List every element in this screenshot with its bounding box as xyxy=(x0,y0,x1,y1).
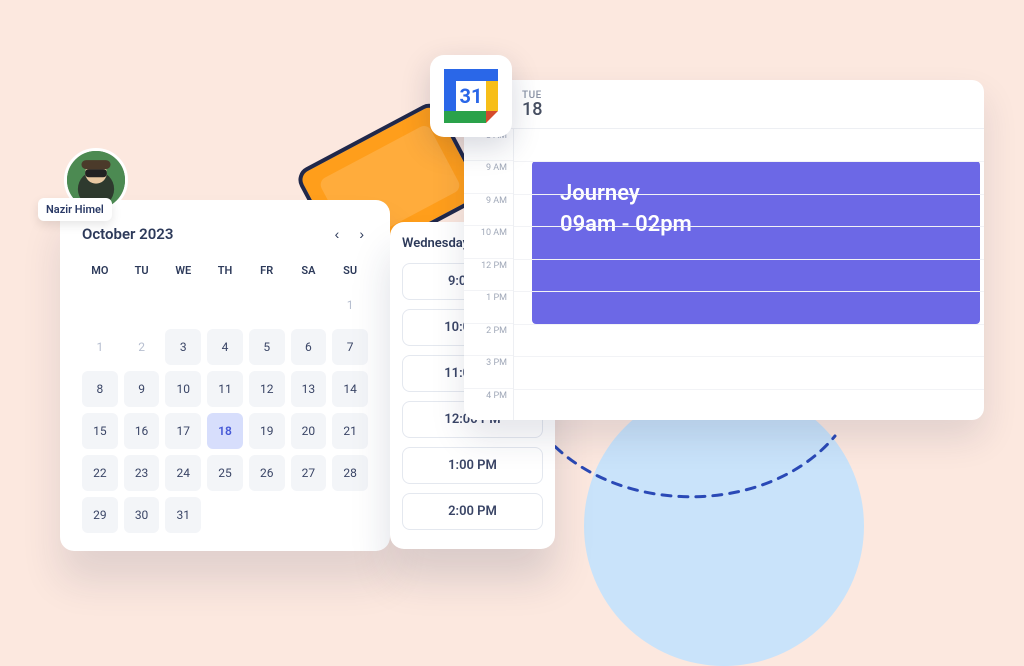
day-view-header: TUE 18 xyxy=(464,80,984,129)
calendar-day-cell[interactable]: 3 xyxy=(165,329,201,365)
hour-label: 9 AM xyxy=(464,194,513,226)
calendar-day-cell[interactable]: 24 xyxy=(165,455,201,491)
calendar-day-cell[interactable]: 31 xyxy=(165,497,201,533)
hour-label: 4 PM xyxy=(464,389,513,421)
calendar-day-cell xyxy=(249,287,285,323)
weekday-label: TU xyxy=(124,264,160,277)
calendar-day-cell[interactable]: 22 xyxy=(82,455,118,491)
user-name-chip: Nazir Himel xyxy=(38,198,112,221)
calendar-day-cell xyxy=(291,287,327,323)
calendar-day-cell xyxy=(291,497,327,533)
calendar-weekday-row: MO TU WE TH FR SA SU xyxy=(82,264,368,277)
day-view-card: TUE 18 8 AM9 AM9 AM10 AM12 PM1 PM2 PM3 P… xyxy=(464,80,984,420)
hours-column: 8 AM9 AM9 AM10 AM12 PM1 PM2 PM3 PM4 PM xyxy=(464,129,514,420)
calendar-day-cell[interactable]: 26 xyxy=(249,455,285,491)
calendar-day-cell xyxy=(249,497,285,533)
calendar-day-cell[interactable]: 4 xyxy=(207,329,243,365)
day-view-daynum: 18 xyxy=(522,99,542,120)
hour-label: 2 PM xyxy=(464,324,513,356)
weekday-label: MO xyxy=(82,264,118,277)
calendar-day-cell xyxy=(124,287,160,323)
month-calendar-card: October 2023 ‹ › MOTUWETHFRSASU 11234567… xyxy=(60,200,390,551)
calendar-day-cell xyxy=(332,497,368,533)
calendar-day-cell xyxy=(207,287,243,323)
calendar-day-cell[interactable]: 25 xyxy=(207,455,243,491)
prev-month-button[interactable]: ‹ xyxy=(331,222,344,246)
calendar-day-cell[interactable]: 7 xyxy=(332,329,368,365)
calendar-day-cell: 2 xyxy=(124,329,160,365)
calendar-title: October 2023 xyxy=(82,225,173,243)
day-view-body: 8 AM9 AM9 AM10 AM12 PM1 PM2 PM3 PM4 PM J… xyxy=(464,129,984,420)
events-column: Journey 09am - 02pm xyxy=(514,129,984,420)
calendar-day-cell[interactable]: 30 xyxy=(124,497,160,533)
google-calendar-icon: 31 xyxy=(430,55,512,137)
calendar-day-cell[interactable]: 20 xyxy=(291,413,327,449)
weekday-label: SU xyxy=(332,264,368,277)
calendar-day-cell[interactable]: 28 xyxy=(332,455,368,491)
calendar-day-cell[interactable]: 29 xyxy=(82,497,118,533)
calendar-day-cell[interactable]: 21 xyxy=(332,413,368,449)
calendar-day-cell[interactable]: 12 xyxy=(249,371,285,407)
hour-label: 10 AM xyxy=(464,226,513,258)
weekday-label: SA xyxy=(291,264,327,277)
calendar-day-cell[interactable]: 27 xyxy=(291,455,327,491)
calendar-day-cell[interactable]: 11 xyxy=(207,371,243,407)
decorative-circle xyxy=(584,386,864,666)
calendar-day-cell xyxy=(165,287,201,323)
calendar-day-cell[interactable]: 9 xyxy=(124,371,160,407)
user-avatar-chip: Nazir Himel xyxy=(64,148,128,212)
next-month-button[interactable]: › xyxy=(355,222,368,246)
gcal-date-number: 31 xyxy=(444,69,498,123)
calendar-day-cell xyxy=(207,497,243,533)
calendar-day-cell[interactable]: 13 xyxy=(291,371,327,407)
calendar-day-cell[interactable]: 19 xyxy=(249,413,285,449)
calendar-day-cell: 1 xyxy=(332,287,368,323)
timeslot-option[interactable]: 1:00 PM xyxy=(402,447,543,484)
calendar-day-cell[interactable]: 6 xyxy=(291,329,327,365)
calendar-day-cell[interactable]: 5 xyxy=(249,329,285,365)
event-time: 09am - 02pm xyxy=(560,212,952,237)
calendar-day-cell[interactable]: 18 xyxy=(207,413,243,449)
calendar-grid: 1123456789101112131415161718192021222324… xyxy=(82,287,368,533)
calendar-day-cell[interactable]: 8 xyxy=(82,371,118,407)
calendar-header: October 2023 ‹ › xyxy=(82,222,368,246)
calendar-day-cell[interactable]: 17 xyxy=(165,413,201,449)
calendar-day-cell: 1 xyxy=(82,329,118,365)
calendar-day-cell[interactable]: 14 xyxy=(332,371,368,407)
weekday-label: FR xyxy=(249,264,285,277)
calendar-day-cell[interactable]: 15 xyxy=(82,413,118,449)
hour-label: 9 AM xyxy=(464,161,513,193)
weekday-label: TH xyxy=(207,264,243,277)
hour-label: 12 PM xyxy=(464,259,513,291)
calendar-day-cell[interactable]: 10 xyxy=(165,371,201,407)
calendar-day-cell[interactable]: 23 xyxy=(124,455,160,491)
calendar-day-cell xyxy=(82,287,118,323)
event-block[interactable]: Journey 09am - 02pm xyxy=(532,161,980,323)
hour-label: 1 PM xyxy=(464,291,513,323)
weekday-label: WE xyxy=(165,264,201,277)
timeslot-option[interactable]: 2:00 PM xyxy=(402,493,543,530)
calendar-day-cell[interactable]: 16 xyxy=(124,413,160,449)
hour-label: 3 PM xyxy=(464,356,513,388)
calendar-nav: ‹ › xyxy=(331,222,368,246)
